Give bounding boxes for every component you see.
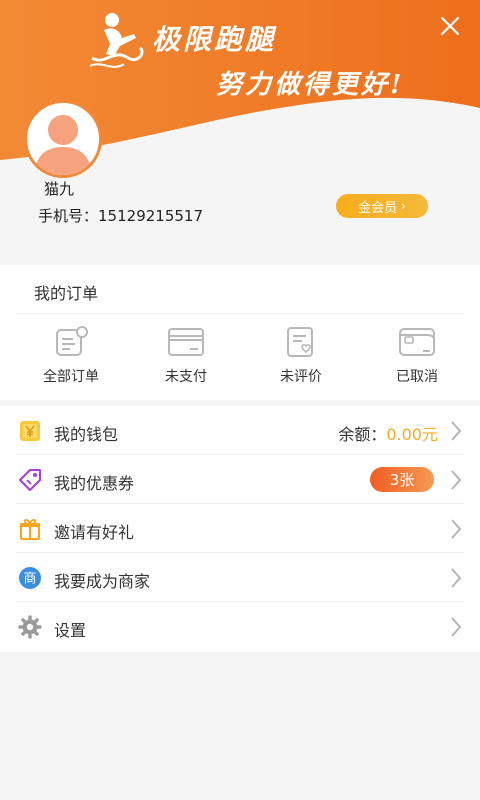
profile-header: 极限跑腿 努力做得更好! 猫九 手机号：15129215517 金会员 › bbox=[0, 0, 480, 265]
divider bbox=[16, 313, 464, 314]
shop-icon: 商 bbox=[19, 567, 41, 589]
order-tab-unpaid[interactable]: 未支付 bbox=[131, 325, 241, 395]
gift-icon bbox=[20, 519, 40, 540]
shop-icon-glyph: 商 bbox=[23, 572, 36, 587]
chevron-right-icon bbox=[451, 519, 462, 539]
chevron-right-icon bbox=[451, 568, 462, 588]
order-tab-all[interactable]: 全部订单 bbox=[16, 325, 126, 395]
balance-value: 0.00元 bbox=[386, 425, 438, 444]
menu-item-settings[interactable]: 设置 bbox=[0, 602, 480, 651]
chevron-right-icon bbox=[451, 470, 462, 490]
yuan-icon bbox=[20, 421, 40, 441]
menu-item-label: 我的钱包 bbox=[54, 425, 119, 444]
order-tab-label: 未支付 bbox=[165, 369, 207, 385]
menu-item-label: 设置 bbox=[54, 621, 87, 640]
user-avatar-icon bbox=[35, 115, 91, 175]
order-tab-cancelled[interactable]: 已取消 bbox=[362, 325, 472, 395]
order-tab-label: 未评价 bbox=[280, 369, 322, 385]
menu-item-label: 我要成为商家 bbox=[54, 572, 151, 591]
menu-item-label: 我的优惠券 bbox=[54, 474, 135, 493]
username: 猫九 bbox=[44, 180, 75, 198]
chevron-right-icon: › bbox=[401, 199, 406, 213]
gear-icon bbox=[18, 615, 42, 639]
menu-item-wallet[interactable]: 我的钱包 余额：0.00元 bbox=[0, 406, 480, 455]
order-tab-label: 全部订单 bbox=[43, 369, 99, 385]
vip-label: 金会员 bbox=[358, 200, 398, 216]
tag-icon bbox=[19, 469, 41, 491]
order-list-icon bbox=[56, 326, 88, 356]
avatar[interactable] bbox=[24, 100, 102, 178]
phone-label: 手机号： bbox=[38, 207, 99, 225]
balance-label: 余额： bbox=[338, 425, 387, 444]
coupon-count-badge: 3张 bbox=[370, 467, 434, 492]
chevron-right-icon bbox=[451, 421, 462, 441]
menu-list: 我的钱包 余额：0.00元 我的优惠券 3张 邀请有好礼 商 我要成为商家 设置 bbox=[0, 406, 480, 652]
close-button[interactable] bbox=[438, 14, 462, 38]
menu-item-coupons[interactable]: 我的优惠券 3张 bbox=[0, 455, 480, 504]
close-icon bbox=[440, 16, 460, 36]
menu-item-merchant[interactable]: 商 我要成为商家 bbox=[0, 553, 480, 602]
phone-value: 15129215517 bbox=[98, 207, 203, 225]
wallet-icon bbox=[399, 328, 435, 356]
phone-number: 手机号：15129215517 bbox=[38, 205, 203, 226]
chevron-right-icon bbox=[451, 617, 462, 637]
menu-item-invite[interactable]: 邀请有好礼 bbox=[0, 504, 480, 553]
order-tab-label: 已取消 bbox=[396, 369, 438, 385]
orders-section: 我的订单 全部订单 未支付 未评价 已取消 bbox=[0, 265, 480, 400]
slogan: 努力做得更好! bbox=[216, 70, 405, 100]
review-icon bbox=[287, 327, 313, 357]
order-tab-unreviewed[interactable]: 未评价 bbox=[246, 325, 356, 395]
brand-title: 极限跑腿 bbox=[152, 23, 277, 56]
wallet-balance: 余额：0.00元 bbox=[338, 421, 438, 445]
card-icon bbox=[168, 328, 204, 356]
orders-title: 我的订单 bbox=[34, 284, 99, 303]
menu-item-label: 邀请有好礼 bbox=[54, 523, 135, 542]
vip-badge[interactable]: 金会员 › bbox=[336, 194, 428, 218]
